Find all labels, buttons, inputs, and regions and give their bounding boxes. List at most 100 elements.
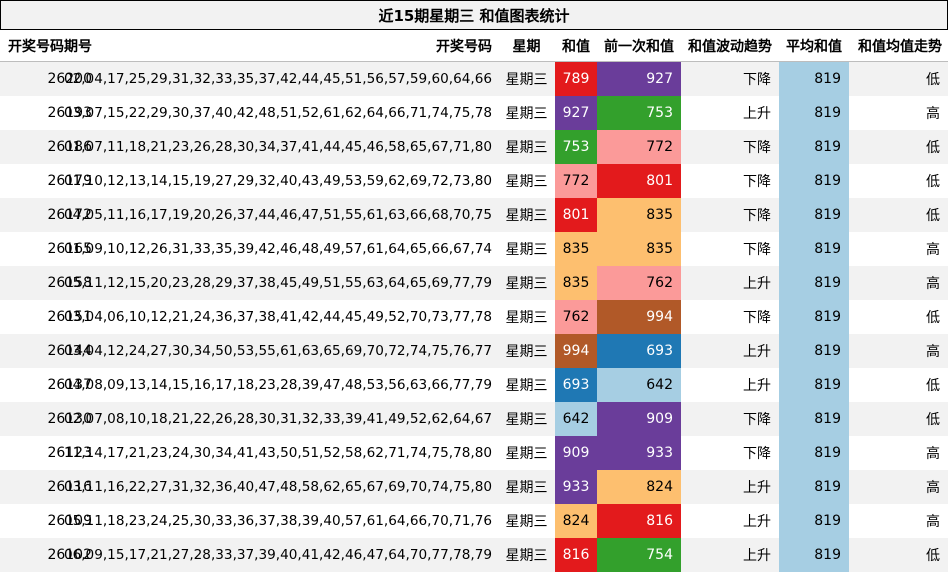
cell-numbers: 01,10,12,13,14,15,19,27,29,32,40,43,49,5… [63, 173, 492, 189]
cell-avg-trend: 低 [926, 310, 940, 326]
cell-trend: 下降 [743, 310, 771, 326]
cell-sum: 642 [555, 402, 597, 436]
cell-trend: 上升 [743, 514, 771, 530]
cell-sum: 816 [555, 538, 597, 572]
cell-avg: 819 [779, 470, 849, 504]
cell-sum: 693 [555, 368, 597, 402]
cell-sum: 927 [555, 96, 597, 130]
cell-numbers: 05,11,12,15,20,23,28,29,37,38,45,49,51,5… [63, 275, 492, 291]
cell-prev-sum: 753 [597, 96, 681, 130]
table-row: 26186 01,07,11,18,21,23,26,28,30,34,37,41… [0, 130, 948, 164]
cell-sum: 772 [555, 164, 597, 198]
cell-avg-trend: 低 [926, 174, 940, 190]
cell-avg-trend: 高 [926, 446, 940, 462]
cell-avg: 819 [779, 402, 849, 436]
table-row: 26172 04,05,11,16,17,19,20,26,37,44,46,47… [0, 198, 948, 232]
table-row: 26137 04,08,09,13,14,15,16,17,18,23,28,39… [0, 368, 948, 402]
cell-prev-sum: 801 [597, 164, 681, 198]
cell-sum: 835 [555, 232, 597, 266]
cell-trend: 上升 [743, 378, 771, 394]
cell-sum: 909 [555, 436, 597, 470]
cell-day: 星期三 [505, 140, 548, 156]
cell-day: 星期三 [505, 276, 548, 292]
cell-prev-sum: 927 [597, 62, 681, 96]
cell-prev-sum: 772 [597, 130, 681, 164]
cell-avg: 819 [779, 368, 849, 402]
table-body: 26200 02,04,17,25,29,31,32,33,35,37,42,44… [0, 62, 948, 572]
cell-numbers: 06,09,15,17,21,27,28,33,37,39,40,41,42,4… [63, 547, 492, 563]
cell-avg: 819 [779, 334, 849, 368]
table-row: 26109 05,11,18,23,24,25,30,33,36,37,38,39… [0, 504, 948, 538]
header-sum: 和值 [562, 38, 590, 55]
cell-day: 星期三 [505, 174, 548, 190]
cell-avg-trend: 低 [926, 208, 940, 224]
table-row: 26130 02,07,08,10,18,21,22,26,28,30,31,32… [0, 402, 948, 436]
cell-numbers: 04,05,11,16,17,19,20,26,37,44,46,47,51,5… [63, 207, 492, 223]
cell-day: 星期三 [505, 208, 548, 224]
cell-numbers: 01,07,11,18,21,23,26,28,30,34,37,41,44,4… [63, 139, 492, 155]
cell-trend: 上升 [743, 480, 771, 496]
table-row: 26123 11,14,17,21,23,24,30,34,41,43,50,51… [0, 436, 948, 470]
table-row: 26116 03,11,16,22,27,31,32,36,40,47,48,58… [0, 470, 948, 504]
header-avg-trend: 和值均值走势 [858, 38, 942, 55]
cell-day: 星期三 [505, 412, 548, 428]
cell-avg-trend: 高 [926, 344, 940, 360]
cell-trend: 下降 [743, 72, 771, 88]
cell-sum: 801 [555, 198, 597, 232]
cell-day: 星期三 [505, 548, 548, 564]
cell-prev-sum: 642 [597, 368, 681, 402]
cell-sum: 789 [555, 62, 597, 96]
cell-avg-trend: 高 [926, 514, 940, 530]
cell-numbers: 03,04,12,24,27,30,34,50,53,55,61,63,65,6… [63, 343, 492, 359]
cell-sum: 835 [555, 266, 597, 300]
cell-avg-trend: 低 [926, 548, 940, 564]
cell-avg: 819 [779, 300, 849, 334]
cell-trend: 下降 [743, 412, 771, 428]
table-row: 26179 01,10,12,13,14,15,19,27,29,32,40,43… [0, 164, 948, 198]
header-prev-sum: 前一次和值 [604, 38, 674, 55]
cell-avg-trend: 高 [926, 106, 940, 122]
cell-avg-trend: 低 [926, 140, 940, 156]
cell-sum: 824 [555, 504, 597, 538]
cell-avg: 819 [779, 504, 849, 538]
cell-day: 星期三 [505, 480, 548, 496]
header-numbers: 开奖号码 [436, 38, 492, 55]
cell-avg-trend: 低 [926, 72, 940, 88]
table-row: 26193 03,07,15,22,29,30,37,40,42,48,51,52… [0, 96, 948, 130]
cell-prev-sum: 816 [597, 504, 681, 538]
cell-avg: 819 [779, 436, 849, 470]
cell-trend: 上升 [743, 548, 771, 564]
cell-avg-trend: 低 [926, 378, 940, 394]
cell-day: 星期三 [505, 242, 548, 258]
cell-prev-sum: 762 [597, 266, 681, 300]
table-row: 26144 03,04,12,24,27,30,34,50,53,55,61,63… [0, 334, 948, 368]
cell-day: 星期三 [505, 514, 548, 530]
cell-trend: 下降 [743, 242, 771, 258]
table-header-row: 开奖号码期号 开奖号码 星期 和值 前一次和值 和值波动趋势 平均和值 和值均值… [0, 30, 948, 62]
cell-sum: 994 [555, 334, 597, 368]
cell-trend: 下降 [743, 446, 771, 462]
cell-prev-sum: 693 [597, 334, 681, 368]
cell-day: 星期三 [505, 446, 548, 462]
cell-sum: 933 [555, 470, 597, 504]
sum-stats-table: 开奖号码期号 开奖号码 星期 和值 前一次和值 和值波动趋势 平均和值 和值均值… [0, 30, 948, 572]
cell-avg-trend: 高 [926, 276, 940, 292]
cell-numbers: 03,11,16,22,27,31,32,36,40,47,48,58,62,6… [63, 479, 492, 495]
cell-avg: 819 [779, 164, 849, 198]
cell-avg: 819 [779, 266, 849, 300]
cell-day: 星期三 [505, 106, 548, 122]
header-trend: 和值波动趋势 [688, 38, 772, 55]
cell-avg: 819 [779, 232, 849, 266]
header-avg: 平均和值 [786, 38, 842, 55]
table-row: 26158 05,11,12,15,20,23,28,29,37,38,45,49… [0, 266, 948, 300]
cell-avg: 819 [779, 96, 849, 130]
cell-avg-trend: 高 [926, 480, 940, 496]
cell-avg-trend: 低 [926, 412, 940, 428]
cell-prev-sum: 835 [597, 198, 681, 232]
table-row: 26200 02,04,17,25,29,31,32,33,35,37,42,44… [0, 62, 948, 96]
cell-sum: 762 [555, 300, 597, 334]
table-row: 26165 01,09,10,12,26,31,33,35,39,42,46,48… [0, 232, 948, 266]
cell-numbers: 01,09,10,12,26,31,33,35,39,42,46,48,49,5… [63, 241, 492, 257]
cell-day: 星期三 [505, 72, 548, 88]
cell-day: 星期三 [505, 344, 548, 360]
